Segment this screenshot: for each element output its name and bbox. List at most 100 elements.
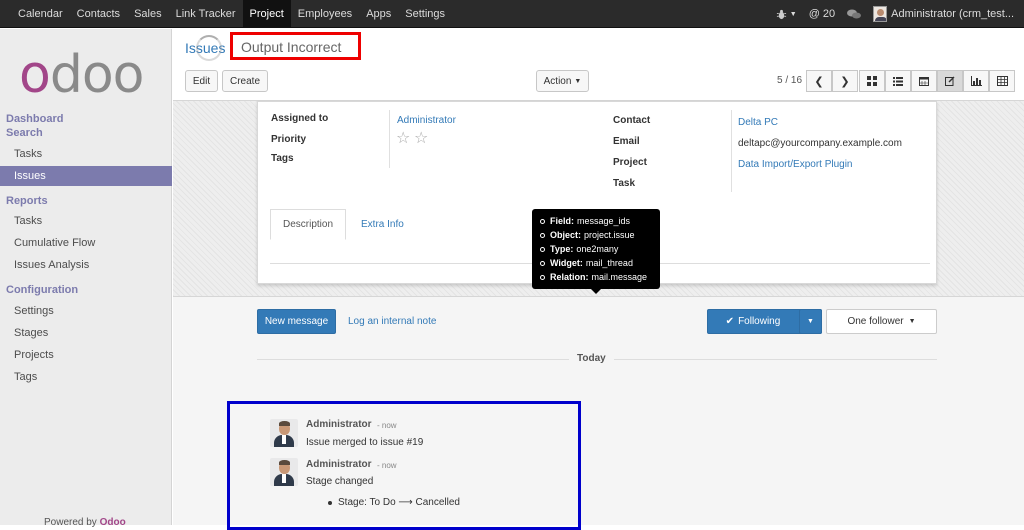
sidebar-heading-search: Search: [6, 127, 43, 139]
edit-button[interactable]: Edit: [185, 70, 218, 92]
priority-label: Priority: [271, 134, 307, 145]
tooltip-row: Field: message_ids: [540, 214, 654, 228]
app-menu: Calendar Contacts Sales Link Tracker Pro…: [0, 0, 452, 28]
sidebar-heading-reports: Reports: [6, 195, 48, 207]
control-panel: Issues Output Incorrect Edit Create Acti…: [173, 29, 1024, 101]
chevron-down-icon: ▼: [789, 10, 797, 18]
pager-next[interactable]: ❯: [832, 70, 858, 92]
assigned-to-value[interactable]: Administrator: [397, 115, 456, 126]
main-content: Issues Output Incorrect Edit Create Acti…: [173, 29, 1024, 530]
messages-counter[interactable]: @ 20: [809, 8, 835, 20]
menu-link-tracker[interactable]: Link Tracker: [169, 0, 243, 28]
view-form[interactable]: [937, 70, 963, 92]
sidebar: odoo Dashboard Search Tasks Issues Repor…: [0, 29, 172, 528]
tooltip-row: Relation: mail.message: [540, 270, 654, 284]
menu-apps[interactable]: Apps: [359, 0, 398, 28]
at-icon: @: [808, 8, 820, 20]
sidebar-item-tags[interactable]: Tags: [0, 367, 172, 387]
following-label: Following: [738, 316, 781, 327]
red-highlight-box: [230, 32, 361, 60]
sidebar-item-projects[interactable]: Projects: [0, 345, 172, 365]
chatter: New message Log an internal note ✔ Follo…: [173, 297, 1024, 530]
project-value[interactable]: Data Import/Export Plugin: [738, 159, 853, 170]
menu-calendar[interactable]: Calendar: [11, 0, 70, 28]
sidebar-item-issues-analysis[interactable]: Issues Analysis: [0, 255, 172, 275]
action-dropdown[interactable]: Action ▼: [536, 70, 589, 92]
view-graph[interactable]: [963, 70, 989, 92]
project-label: Project: [613, 157, 647, 168]
sidebar-item-cumulative-flow[interactable]: Cumulative Flow: [0, 233, 172, 253]
user-menu[interactable]: Administrator (crm_test...: [873, 6, 1014, 22]
date-label: Today: [569, 353, 614, 364]
bug-icon: [776, 9, 786, 19]
assigned-to-label: Assigned to: [271, 113, 329, 124]
sidebar-item-stages[interactable]: Stages: [0, 323, 172, 343]
powered-by: Powered by Odoo: [44, 517, 126, 528]
pivot-table-icon: [996, 76, 1008, 86]
tab-description[interactable]: Description: [270, 209, 347, 240]
sidebar-heading-dashboard[interactable]: Dashboard: [6, 113, 63, 125]
field-separator: [389, 110, 390, 168]
action-label: Action: [543, 75, 572, 87]
contact-label: Contact: [613, 115, 651, 126]
followers-label: One follower: [847, 316, 904, 327]
chevron-right-icon: ❯: [840, 75, 850, 88]
tooltip-row: Type: one2many: [540, 242, 654, 256]
caret-down-icon: ▼: [908, 318, 916, 325]
systray: ▼ @ 20 Administrator (crm_test...: [764, 0, 1014, 28]
view-kanban[interactable]: [859, 70, 885, 92]
follow-options-dropdown[interactable]: ▼: [799, 309, 822, 334]
bar-chart-icon: [970, 76, 982, 86]
menu-contacts[interactable]: Contacts: [70, 0, 127, 28]
sidebar-item-tasks[interactable]: Tasks: [0, 144, 172, 164]
calendar-icon: [919, 77, 929, 86]
menu-project[interactable]: Project: [242, 0, 291, 28]
caret-down-icon: ▼: [574, 77, 582, 85]
tooltip-row: Object: project.issue: [540, 228, 654, 242]
view-list[interactable]: [885, 70, 911, 92]
list-icon: [893, 76, 903, 86]
email-label: Email: [613, 136, 640, 147]
log-note-link[interactable]: Log an internal note: [348, 316, 436, 327]
email-value[interactable]: deltapc@yourcompany.example.com: [738, 138, 902, 149]
view-calendar[interactable]: [911, 70, 937, 92]
chat-button[interactable]: [847, 9, 862, 20]
tooltip-row: Widget: mail_thread: [540, 256, 654, 270]
task-label: Task: [613, 178, 636, 189]
priority-star-2-icon[interactable]: ☆: [414, 131, 428, 147]
user-avatar: [873, 6, 888, 22]
sidebar-heading-configuration: Configuration: [6, 284, 79, 296]
tab-extra-info[interactable]: Extra Info: [349, 209, 416, 240]
menu-sales[interactable]: Sales: [127, 0, 169, 28]
priority-star-1-icon[interactable]: ☆: [396, 131, 410, 147]
field-separator-right: [731, 110, 732, 192]
user-name: Administrator (crm_test...: [891, 8, 1014, 20]
sidebar-item-settings[interactable]: Settings: [0, 301, 172, 321]
pager-previous[interactable]: ❮: [806, 70, 832, 92]
blue-highlight-box: [227, 401, 581, 530]
menu-settings[interactable]: Settings: [398, 0, 452, 28]
field-tooltip: Field: message_ids Object: project.issue T…: [532, 209, 660, 294]
view-pivot[interactable]: [989, 70, 1015, 92]
edit-form-icon: [945, 76, 955, 86]
contact-value[interactable]: Delta PC: [738, 117, 778, 128]
tags-label: Tags: [271, 153, 294, 164]
caret-down-icon: ▼: [807, 318, 814, 325]
chat-bubbles-icon: [847, 9, 862, 18]
sidebar-item-report-tasks[interactable]: Tasks: [0, 211, 172, 231]
loading-spinner-icon: [196, 35, 222, 61]
message-count: 20: [822, 8, 836, 20]
menu-employees[interactable]: Employees: [291, 0, 359, 28]
pager-value: 5 / 16: [777, 75, 803, 86]
followers-button[interactable]: One follower ▼: [826, 309, 937, 334]
check-icon: ✔: [725, 316, 735, 327]
powered-by-link[interactable]: Odoo: [100, 517, 126, 528]
chevron-left-icon: ❮: [814, 75, 824, 88]
top-navbar: Calendar Contacts Sales Link Tracker Pro…: [0, 0, 1024, 28]
create-button[interactable]: Create: [222, 70, 268, 92]
sidebar-item-issues[interactable]: Issues: [0, 166, 172, 186]
odoo-logo[interactable]: odoo: [19, 49, 144, 101]
kanban-icon: [867, 76, 877, 86]
new-message-button[interactable]: New message: [257, 309, 336, 334]
debug-menu[interactable]: ▼: [776, 9, 797, 20]
